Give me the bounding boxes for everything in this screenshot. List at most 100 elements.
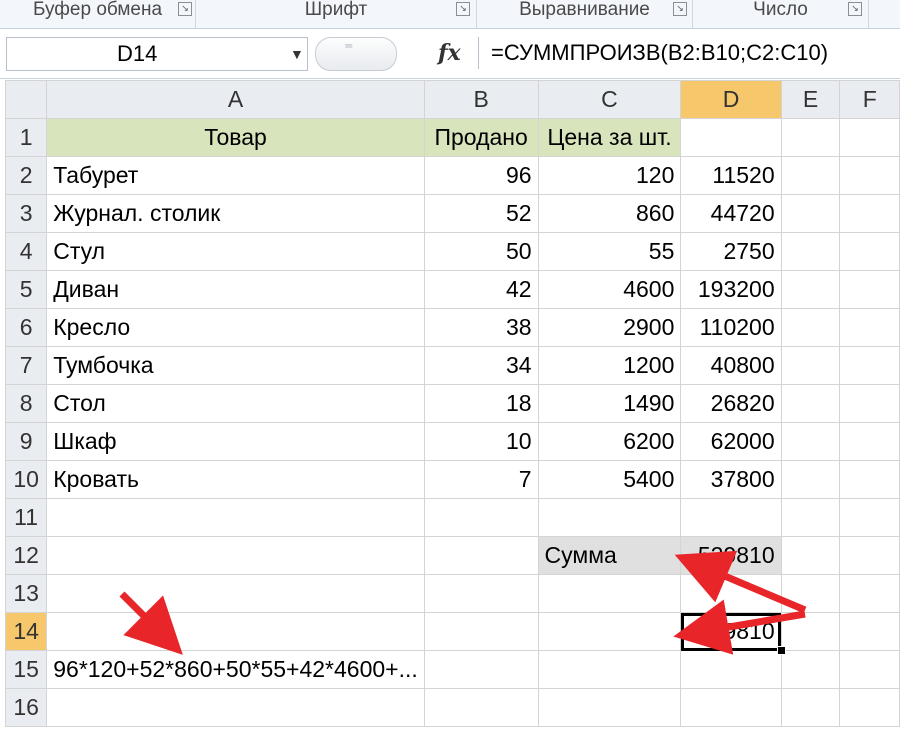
- cell[interactable]: [780, 612, 841, 651]
- cell[interactable]: 10: [423, 422, 539, 461]
- cell[interactable]: [46, 688, 425, 727]
- row-header[interactable]: 15: [4, 650, 48, 689]
- cell[interactable]: Кровать: [46, 460, 425, 499]
- cell[interactable]: [839, 270, 900, 309]
- column-header-c[interactable]: C: [537, 80, 682, 119]
- cell[interactable]: [423, 536, 539, 575]
- row-header[interactable]: 7: [4, 346, 48, 385]
- cell[interactable]: 26820: [680, 384, 782, 423]
- fill-handle[interactable]: [776, 646, 786, 655]
- row-header[interactable]: 3: [4, 194, 48, 233]
- formula-bar-splitter[interactable]: [315, 37, 397, 71]
- column-header-d[interactable]: D: [680, 80, 782, 119]
- cell[interactable]: 52: [423, 194, 539, 233]
- cell[interactable]: 6200: [537, 422, 682, 461]
- cell[interactable]: [780, 422, 841, 461]
- cell[interactable]: 34: [423, 346, 539, 385]
- cell[interactable]: Стул: [46, 232, 425, 271]
- active-cell-d14[interactable]: 529810: [680, 612, 786, 655]
- cell[interactable]: 37800: [680, 460, 782, 499]
- row-header[interactable]: 1: [4, 118, 48, 157]
- cell[interactable]: 1490: [537, 384, 682, 423]
- cell[interactable]: [780, 574, 841, 613]
- dialog-launcher-icon[interactable]: ↘: [673, 2, 687, 16]
- cell[interactable]: 110200: [680, 308, 782, 347]
- cell[interactable]: [839, 688, 900, 727]
- cell[interactable]: [537, 498, 682, 537]
- cell[interactable]: [46, 612, 425, 651]
- cell[interactable]: 193200: [680, 270, 782, 309]
- cell[interactable]: [839, 118, 900, 157]
- cell[interactable]: 2750: [680, 232, 782, 271]
- cell[interactable]: 4600: [537, 270, 682, 309]
- cell[interactable]: [680, 688, 782, 727]
- sum-label-cell[interactable]: Сумма: [537, 536, 682, 575]
- row-header[interactable]: 12: [4, 536, 48, 575]
- cell[interactable]: 11520: [680, 156, 782, 195]
- cell[interactable]: [839, 346, 900, 385]
- cell[interactable]: [46, 574, 425, 613]
- column-header-f[interactable]: F: [839, 80, 900, 119]
- row-header[interactable]: 6: [4, 308, 48, 347]
- cell[interactable]: 1200: [537, 346, 682, 385]
- dialog-launcher-icon[interactable]: ↘: [848, 2, 862, 16]
- cell[interactable]: 96: [423, 156, 539, 195]
- cell[interactable]: [780, 232, 841, 271]
- cell[interactable]: [537, 650, 682, 689]
- cell[interactable]: 38: [423, 308, 539, 347]
- select-all-corner[interactable]: [4, 80, 48, 119]
- cell[interactable]: [780, 498, 841, 537]
- cell[interactable]: 2900: [537, 308, 682, 347]
- dialog-launcher-icon[interactable]: ↘: [456, 2, 470, 16]
- cell[interactable]: [839, 650, 900, 689]
- row-header[interactable]: 16: [4, 688, 48, 727]
- row-header[interactable]: 11: [4, 498, 48, 537]
- cell[interactable]: [680, 574, 782, 613]
- cell[interactable]: [780, 460, 841, 499]
- cell[interactable]: [423, 688, 539, 727]
- cell[interactable]: Тумбочка: [46, 346, 425, 385]
- cell[interactable]: 50: [423, 232, 539, 271]
- cell[interactable]: [680, 498, 782, 537]
- cell[interactable]: Продано: [423, 118, 539, 157]
- cell[interactable]: Цена за шт.: [537, 118, 682, 157]
- cell[interactable]: Журнал. столик: [46, 194, 425, 233]
- cell[interactable]: 18: [423, 384, 539, 423]
- cell[interactable]: [680, 650, 782, 689]
- cell[interactable]: [423, 574, 539, 613]
- cell[interactable]: 7: [423, 460, 539, 499]
- cell[interactable]: [839, 308, 900, 347]
- cell[interactable]: [780, 536, 841, 575]
- cell[interactable]: [839, 156, 900, 195]
- column-header-a[interactable]: A: [46, 80, 425, 119]
- cell[interactable]: [839, 422, 900, 461]
- cell[interactable]: 44720: [680, 194, 782, 233]
- cell[interactable]: [780, 118, 841, 157]
- cell[interactable]: [839, 536, 900, 575]
- formula-input[interactable]: =СУММПРОИЗВ(B2:B10;C2:C10): [478, 37, 898, 69]
- cell-overflow-text[interactable]: 96*120+52*860+50*55+42*4600+...: [46, 650, 425, 689]
- cell[interactable]: [839, 574, 900, 613]
- cell[interactable]: [537, 688, 682, 727]
- cell[interactable]: [780, 156, 841, 195]
- cell[interactable]: Шкаф: [46, 422, 425, 461]
- cell[interactable]: [46, 498, 425, 537]
- cell[interactable]: [423, 612, 539, 651]
- cell[interactable]: 860: [537, 194, 682, 233]
- name-box[interactable]: D14 ▼: [6, 37, 308, 71]
- cell[interactable]: [780, 688, 841, 727]
- insert-function-icon[interactable]: fx: [438, 40, 461, 66]
- cell[interactable]: [839, 232, 900, 271]
- row-header[interactable]: 4: [4, 232, 48, 271]
- cell[interactable]: [780, 384, 841, 423]
- cell[interactable]: [780, 308, 841, 347]
- row-header[interactable]: 8: [4, 384, 48, 423]
- cell[interactable]: [839, 384, 900, 423]
- cell[interactable]: [780, 270, 841, 309]
- cell[interactable]: [46, 536, 425, 575]
- row-header[interactable]: 13: [4, 574, 48, 613]
- cell[interactable]: 120: [537, 156, 682, 195]
- cell[interactable]: [423, 498, 539, 537]
- sum-value-cell[interactable]: 529810: [680, 536, 782, 575]
- cell[interactable]: [537, 574, 682, 613]
